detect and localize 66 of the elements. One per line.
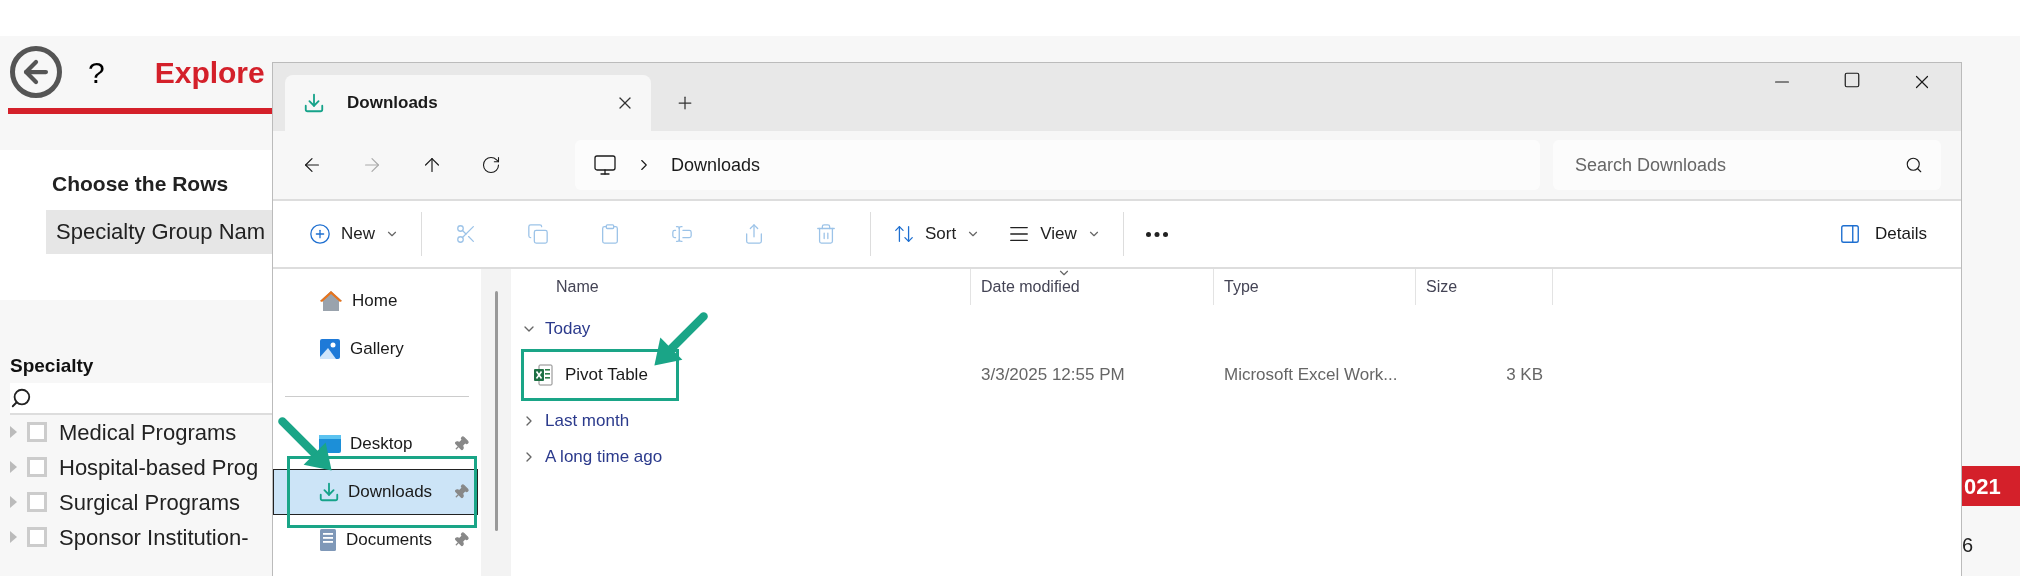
- tree-item[interactable]: Sponsor Institution-: [59, 520, 249, 554]
- picture-icon: [318, 337, 342, 361]
- expand-triangle-icon: [10, 426, 17, 438]
- dropdown-field[interactable]: Specialty Group Nam: [46, 209, 272, 254]
- search-icon: [10, 386, 32, 409]
- toolbar-button[interactable]: Sort: [879, 210, 995, 258]
- copy-icon: [527, 223, 549, 245]
- file-row[interactable]: Pivot Table 3/3/2025 12:55 PM Microsoft Excel Work... 3 KB: [511, 355, 1553, 395]
- clipboard-icon: [599, 223, 621, 245]
- search-field[interactable]: [10, 382, 272, 415]
- size-cell-text: 3 KB: [1505, 364, 1544, 387]
- file-name: Pivot Table: [565, 364, 648, 387]
- share-icon: [743, 223, 765, 245]
- checkbox[interactable]: [27, 422, 47, 442]
- panel-icon: [1839, 223, 1862, 245]
- spreadsheet-icon: [533, 364, 553, 386]
- expand-triangle-icon: [10, 496, 17, 508]
- house-icon: [318, 289, 344, 313]
- details-button[interactable]: Details: [1839, 221, 1927, 247]
- monitor-icon: [593, 153, 617, 177]
- sort-icon: [893, 223, 915, 245]
- window-tab[interactable]: Downloads: [285, 75, 651, 131]
- tree-item[interactable]: Medical Programs: [59, 415, 237, 449]
- trash-icon: [815, 223, 837, 245]
- footer-text: 6: [1962, 533, 1974, 558]
- expand-triangle-icon: [10, 531, 17, 543]
- nav-item[interactable]: Downloads: [273, 469, 478, 515]
- scissors-icon: [455, 223, 477, 245]
- expand-triangle-icon: [10, 461, 17, 473]
- search-icon: [1905, 156, 1923, 174]
- address-bar[interactable]: Downloads: [575, 140, 1540, 190]
- date-cell-text: 3/3/2025 12:55 PM: [980, 364, 1126, 387]
- tree-item[interactable]: Hospital-based Prog: [59, 450, 259, 484]
- filter-heading: Specialty: [10, 354, 94, 378]
- nav-item[interactable]: Documents: [273, 517, 478, 563]
- scrollbar[interactable]: [494, 291, 498, 531]
- search-field[interactable]: Search Downloads: [1553, 140, 1941, 190]
- maximize-icon[interactable]: [1843, 71, 1861, 89]
- group-header[interactable]: A long time ago: [511, 439, 663, 475]
- year-badge: 021: [1962, 466, 2020, 506]
- back-button[interactable]: [10, 46, 62, 98]
- rename-icon: [671, 223, 693, 245]
- group-header[interactable]: Last month: [511, 403, 630, 439]
- tree-item[interactable]: Surgical Programs: [59, 485, 240, 519]
- nav-item[interactable]: Home: [273, 278, 478, 324]
- column-header[interactable]: Name: [556, 275, 599, 299]
- plus-icon: [309, 223, 331, 245]
- column-header[interactable]: Type: [1224, 275, 1259, 299]
- download-icon: [303, 92, 325, 114]
- nav-item[interactable]: Gallery: [273, 326, 478, 372]
- more-icon: [1145, 231, 1168, 237]
- download-icon: [318, 481, 340, 503]
- checkbox[interactable]: [27, 457, 47, 477]
- page-title: Explore: [154, 54, 265, 91]
- column-header[interactable]: Size: [1426, 275, 1458, 299]
- column-header[interactable]: Date modified: [981, 275, 1080, 299]
- section-heading: Choose the Rows: [52, 171, 229, 197]
- help-link[interactable]: ?: [88, 49, 105, 95]
- toolbar-button[interactable]: View: [994, 210, 1115, 258]
- type-cell-text: Microsoft Excel Work...: [1223, 364, 1399, 387]
- toolbar-button[interactable]: New: [295, 210, 413, 258]
- checkbox[interactable]: [27, 527, 47, 547]
- checkbox[interactable]: [27, 492, 47, 512]
- refresh-icon[interactable]: [481, 155, 501, 175]
- group-header[interactable]: Today: [511, 311, 591, 347]
- document-icon: [318, 528, 338, 552]
